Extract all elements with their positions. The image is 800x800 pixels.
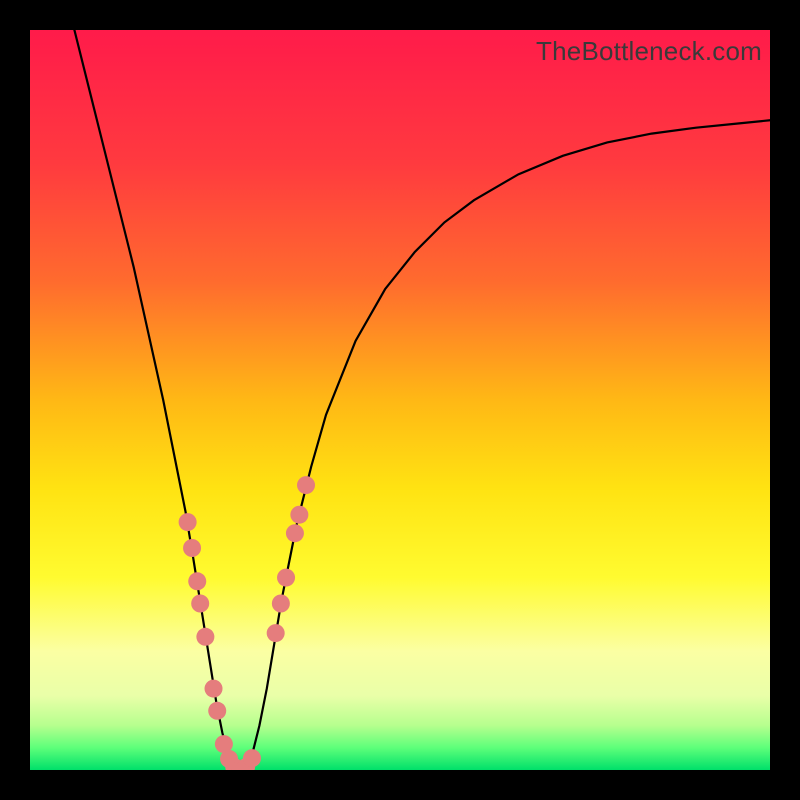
data-marker	[191, 595, 209, 613]
data-marker	[183, 539, 201, 557]
curve-layer	[30, 30, 770, 770]
data-marker	[290, 506, 308, 524]
data-marker	[196, 628, 214, 646]
plot-area: TheBottleneck.com	[30, 30, 770, 770]
data-marker	[267, 624, 285, 642]
data-marker	[297, 476, 315, 494]
chart-frame: TheBottleneck.com	[0, 0, 800, 800]
data-marker	[208, 702, 226, 720]
data-marker	[272, 595, 290, 613]
data-marker	[243, 749, 261, 767]
data-marker	[277, 569, 295, 587]
data-marker	[188, 572, 206, 590]
data-marker	[179, 513, 197, 531]
data-marker	[286, 524, 304, 542]
data-marker	[205, 680, 223, 698]
marker-group	[179, 476, 315, 770]
bottleneck-curve	[74, 30, 770, 770]
